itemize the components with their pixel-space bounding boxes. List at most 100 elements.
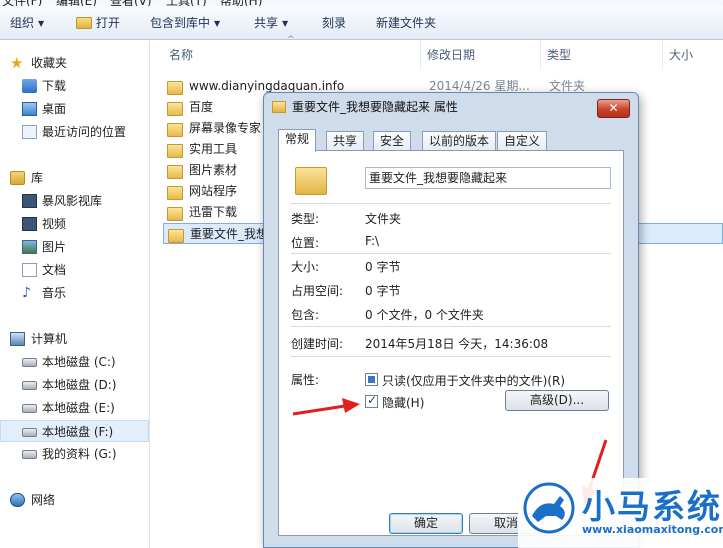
file-row[interactable]: 百度: [163, 97, 263, 118]
hidden-checkbox[interactable]: [365, 393, 378, 408]
nav-disk-f[interactable]: 本地磁盘 (F:): [0, 420, 149, 442]
nav-videos-label: 视频: [42, 217, 67, 231]
tab-customize-label: 自定义: [504, 134, 541, 148]
ok-button-label: 确定: [413, 516, 438, 530]
file-name: 图片素材: [189, 163, 238, 177]
advanced-button[interactable]: 高级(D)...: [505, 390, 609, 411]
nav-recent-places[interactable]: 最近访问的位置: [0, 121, 149, 143]
tab-security[interactable]: 安全: [373, 131, 412, 151]
file-row[interactable]: 实用工具: [163, 139, 263, 160]
nav-network[interactable]: 网络: [0, 489, 149, 511]
drive-icon: [22, 450, 37, 459]
folder-icon: [167, 163, 183, 179]
computer-icon: [10, 332, 25, 346]
nav-libraries[interactable]: 库: [0, 167, 149, 189]
nav-favorites[interactable]: ★ 收藏夹: [0, 52, 149, 74]
column-name-label: 名称: [169, 48, 194, 62]
nav-computer-label: 计算机: [31, 332, 68, 346]
share-button[interactable]: 共享 ▼: [254, 6, 288, 40]
file-row[interactable]: 图片素材: [163, 160, 263, 181]
divider: [291, 326, 611, 327]
file-name: 网站程序: [189, 184, 238, 198]
file-name: 百度: [189, 100, 214, 114]
nav-storm-library[interactable]: 暴风影视库: [0, 190, 149, 212]
library-icon: [10, 171, 25, 185]
file-row[interactable]: 迅雷下载: [163, 202, 263, 223]
nav-recent-label: 最近访问的位置: [42, 125, 127, 139]
folder-icon: [167, 121, 183, 137]
nav-disk-e[interactable]: 本地磁盘 (E:): [0, 397, 149, 419]
nav-documents-label: 文档: [42, 263, 67, 277]
contains-value: 0 个文件，0 个文件夹: [365, 308, 484, 322]
size-value: 0 字节: [365, 260, 401, 274]
open-button[interactable]: 打开: [76, 6, 120, 40]
nav-downloads-label: 下载: [42, 79, 67, 93]
column-size-label: 大小: [669, 48, 694, 62]
file-name: 屏幕录像专家: [189, 121, 262, 135]
folder-name-field[interactable]: 重要文件_我想要隐藏起来: [365, 167, 611, 189]
column-header-date[interactable]: 修改日期: [421, 41, 541, 69]
command-bar: 组织 ▼ 打开 包含到库中 ▼ 共享 ▼ 刻录 新建文件夹: [0, 6, 723, 40]
network-icon: [10, 493, 25, 507]
watermark-name: 小马系统: [582, 487, 722, 526]
recent-places-icon: [22, 125, 37, 139]
tab-sharing[interactable]: 共享: [326, 131, 365, 151]
nav-videos[interactable]: 视频: [0, 213, 149, 235]
tab-customize[interactable]: 自定义: [497, 131, 548, 151]
ok-button[interactable]: 确定: [389, 513, 463, 534]
nav-storm-label: 暴风影视库: [42, 194, 103, 208]
location-label: 位置:: [291, 236, 320, 250]
new-folder-label: 新建文件夹: [376, 16, 437, 30]
nav-disk-f-label: 本地磁盘 (F:): [42, 425, 114, 439]
nav-documents[interactable]: 文档: [0, 259, 149, 281]
tab-previous-versions[interactable]: 以前的版本: [422, 131, 497, 151]
file-row[interactable]: 屏幕录像专家: [163, 118, 263, 139]
nav-downloads[interactable]: 下载: [0, 75, 149, 97]
include-in-library-label: 包含到库中: [150, 16, 211, 30]
nav-disk-g[interactable]: 我的资料 (G:): [0, 443, 149, 465]
column-header-size[interactable]: 大小: [663, 41, 723, 69]
file-row[interactable]: 网站程序: [163, 181, 263, 202]
open-folder-icon: [76, 17, 92, 29]
documents-icon: [22, 263, 37, 277]
folder-icon: [295, 163, 327, 195]
tab-security-label: 安全: [380, 134, 405, 148]
burn-label: 刻录: [322, 16, 347, 30]
column-date-label: 修改日期: [427, 48, 476, 62]
nav-music-label: 音乐: [42, 286, 67, 300]
nav-music[interactable]: ♪ 音乐: [0, 282, 149, 304]
folder-icon: [167, 100, 183, 116]
organize-button[interactable]: 组织 ▼: [10, 6, 44, 40]
divider: [291, 356, 611, 357]
nav-disk-e-label: 本地磁盘 (E:): [42, 401, 115, 415]
pictures-icon: [22, 240, 37, 254]
new-folder-button[interactable]: 新建文件夹: [376, 6, 436, 40]
include-in-library-button[interactable]: 包含到库中 ▼: [150, 6, 220, 40]
nav-computer[interactable]: 计算机: [0, 328, 149, 350]
nav-disk-c[interactable]: 本地磁盘 (C:): [0, 351, 149, 373]
organize-label: 组织: [10, 16, 35, 30]
navigation-pane: ★ 收藏夹 下载 桌面 最近访问的位置 库 暴风影视库 视频 图片 文档 ♪ 音乐 …: [0, 41, 150, 548]
column-header-name[interactable]: 名称: [163, 41, 421, 69]
column-type-label: 类型: [547, 48, 572, 62]
nav-pictures[interactable]: 图片: [0, 236, 149, 258]
folder-icon: [167, 79, 183, 95]
contains-label: 包含:: [291, 308, 320, 322]
tab-previous-versions-label: 以前的版本: [429, 134, 490, 148]
file-name: 重要文件_我想: [190, 227, 269, 241]
nav-desktop[interactable]: 桌面: [0, 98, 149, 120]
readonly-label[interactable]: 只读(仅应用于文件夹中的文件)(R): [382, 372, 565, 389]
location-value: F:\: [365, 234, 380, 248]
column-header-type[interactable]: 类型: [541, 41, 663, 69]
dialog-title-bar[interactable]: 重要文件_我想要隐藏起来 属性: [272, 93, 458, 121]
sort-ascending-icon: ^: [287, 35, 295, 45]
close-button[interactable]: ✕: [597, 99, 630, 118]
folder-icon: [167, 142, 183, 158]
hidden-label[interactable]: 隐藏(H): [382, 394, 424, 411]
folder-icon: [167, 205, 183, 221]
nav-disk-d[interactable]: 本地磁盘 (D:): [0, 374, 149, 396]
tab-general[interactable]: 常规: [278, 129, 317, 152]
readonly-checkbox[interactable]: [365, 373, 378, 386]
burn-button[interactable]: 刻录: [322, 6, 346, 40]
folder-icon: [272, 101, 286, 113]
